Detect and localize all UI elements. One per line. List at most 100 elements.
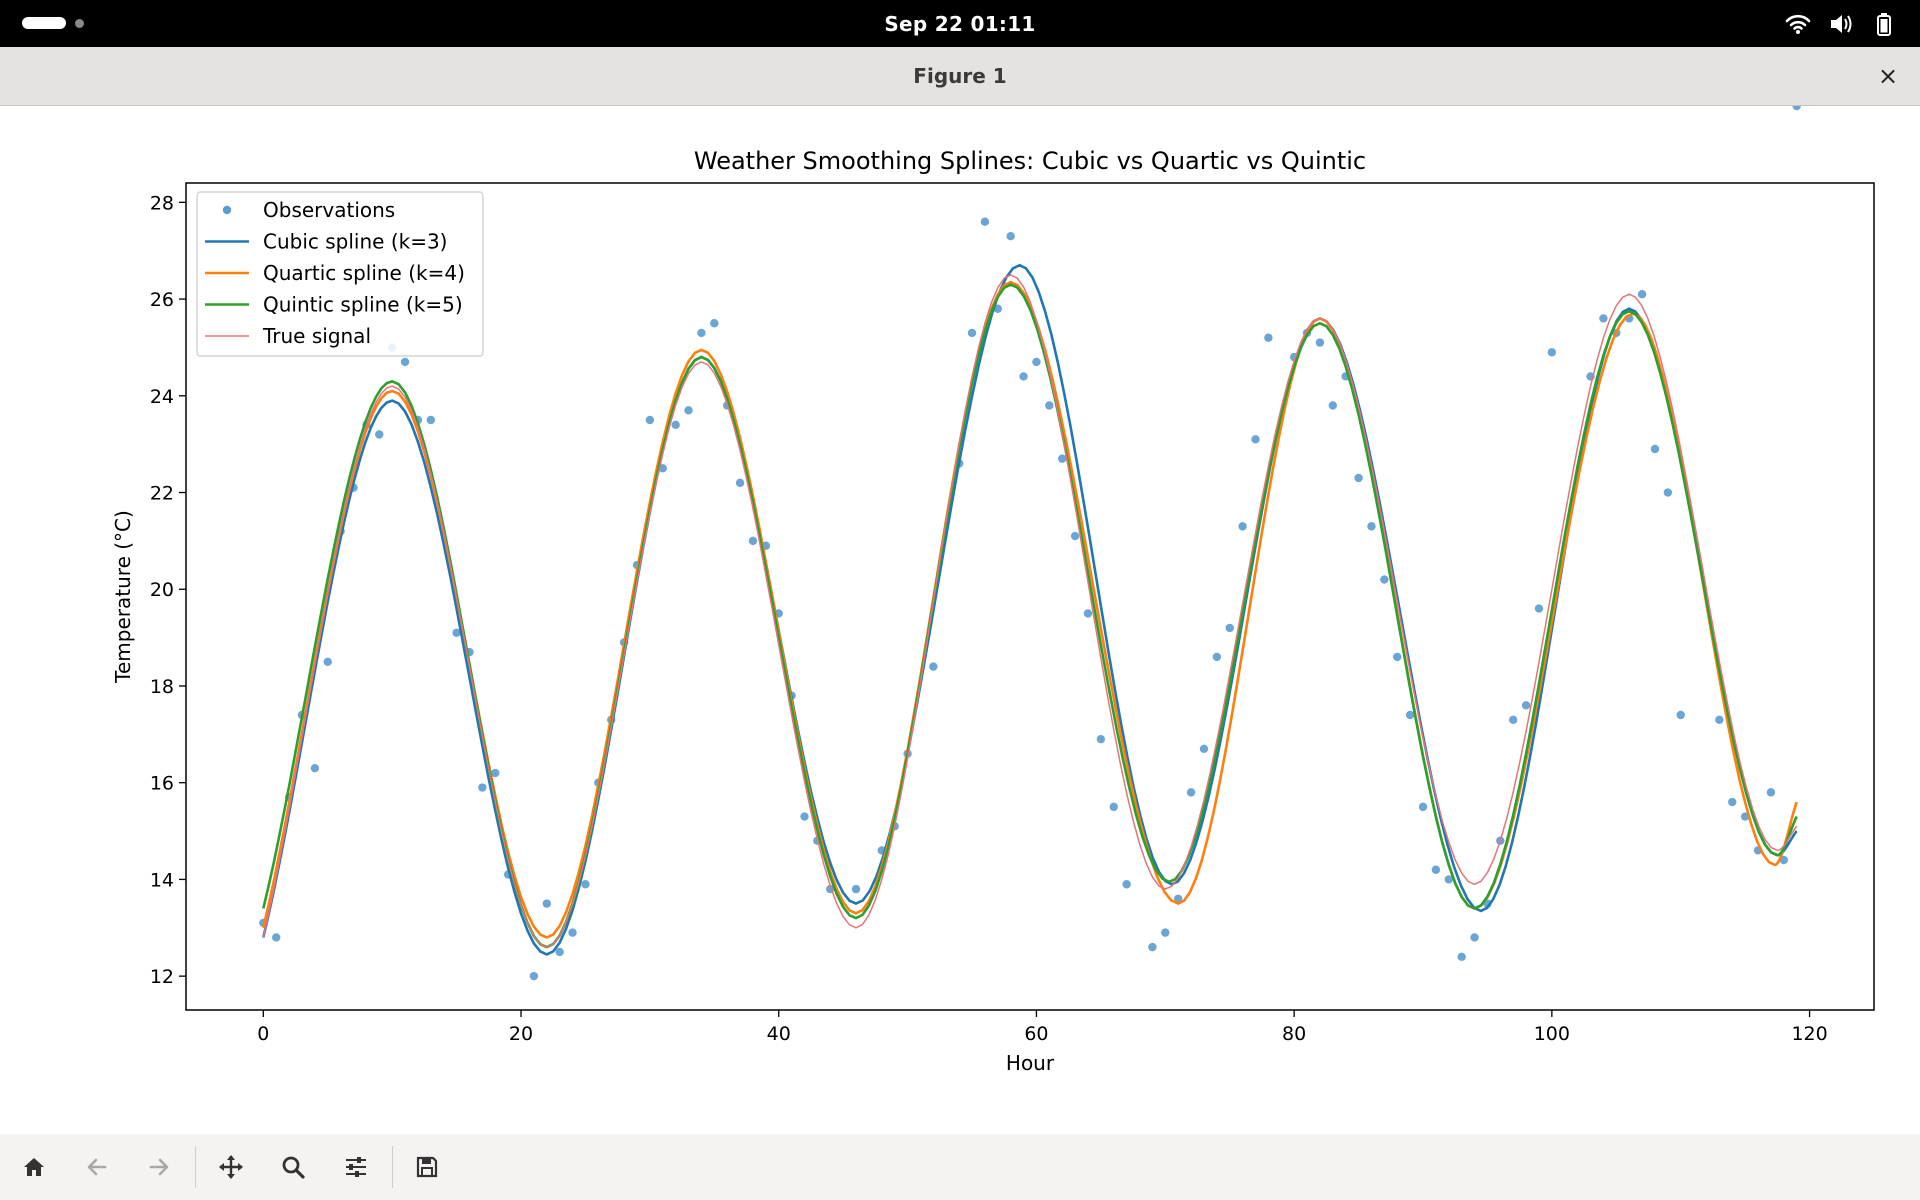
x-axis-label: Hour bbox=[1006, 1051, 1055, 1075]
observation-point bbox=[1676, 710, 1685, 720]
configure-subplots-button[interactable] bbox=[336, 1147, 376, 1187]
toolbar-separator bbox=[195, 1146, 196, 1188]
observation-point bbox=[1264, 333, 1273, 342]
save-icon bbox=[416, 1156, 438, 1178]
observation-point bbox=[1663, 488, 1673, 497]
observation-point bbox=[1470, 933, 1479, 942]
quartic-spline-line bbox=[262, 280, 1798, 939]
y-tick-label: 20 bbox=[150, 579, 174, 601]
x-tick-label: 80 bbox=[1282, 1023, 1306, 1045]
observation-point bbox=[1521, 701, 1531, 710]
legend-entry: Observations bbox=[263, 198, 395, 222]
observation-point bbox=[710, 319, 719, 328]
y-tick-label: 14 bbox=[150, 869, 174, 891]
toolbar-separator bbox=[392, 1146, 393, 1188]
save-button[interactable] bbox=[407, 1147, 447, 1187]
y-tick-label: 28 bbox=[150, 192, 174, 214]
observation-point bbox=[478, 783, 487, 792]
y-tick-label: 18 bbox=[150, 676, 174, 698]
observation-point bbox=[529, 971, 539, 981]
navigation-toolbar bbox=[0, 1134, 1920, 1200]
pan-button[interactable] bbox=[211, 1147, 251, 1187]
observation-point bbox=[1509, 715, 1518, 725]
observation-point bbox=[1534, 604, 1544, 613]
observation-point bbox=[1354, 473, 1363, 483]
observation-point bbox=[1032, 357, 1041, 367]
observation-point bbox=[1367, 522, 1376, 531]
zoom-button[interactable] bbox=[273, 1147, 313, 1187]
pan-icon bbox=[219, 1155, 243, 1179]
legend-entry: Quintic spline (k=5) bbox=[263, 293, 463, 317]
wifi-icon[interactable] bbox=[1784, 10, 1812, 38]
observation-point bbox=[1186, 788, 1196, 797]
x-tick-label: 60 bbox=[1024, 1023, 1048, 1045]
zoom-icon bbox=[282, 1156, 305, 1179]
clock[interactable]: Sep 22 01:11 bbox=[0, 12, 1920, 36]
x-tick-label: 0 bbox=[257, 1023, 269, 1045]
x-tick-label: 120 bbox=[1791, 1023, 1827, 1045]
observation-point bbox=[1083, 609, 1093, 618]
observation-point bbox=[1637, 290, 1647, 299]
chart-title: Weather Smoothing Splines: Cubic vs Quar… bbox=[694, 147, 1366, 175]
observation-point bbox=[1315, 338, 1325, 347]
observation-point bbox=[1161, 928, 1170, 937]
window-title: Figure 1 bbox=[913, 64, 1007, 88]
observation-point bbox=[1199, 744, 1209, 754]
observation-point bbox=[375, 430, 384, 439]
observation-point bbox=[1238, 522, 1247, 531]
battery-icon[interactable] bbox=[1870, 10, 1898, 38]
observation-point bbox=[1225, 623, 1234, 633]
observation-point bbox=[735, 478, 745, 488]
figure-canvas[interactable]: Weather Smoothing Splines: Cubic vs Quar… bbox=[0, 101, 1920, 1134]
legend-entry: Quartic spline (k=4) bbox=[263, 261, 465, 285]
configure-subplots-icon bbox=[346, 1157, 366, 1177]
observation-point bbox=[1393, 652, 1402, 662]
observation-point bbox=[697, 328, 706, 338]
forward-arrow-icon bbox=[149, 1158, 169, 1176]
observation-point bbox=[748, 536, 758, 546]
observation-point bbox=[310, 763, 320, 773]
observation-point bbox=[1058, 454, 1067, 463]
observation-point bbox=[851, 884, 861, 894]
legend-marker-observations bbox=[222, 205, 232, 215]
y-axis-label: Temperature (°C) bbox=[111, 510, 135, 684]
observation-point bbox=[568, 928, 577, 937]
back-button[interactable] bbox=[77, 1147, 117, 1187]
y-tick-label: 22 bbox=[150, 483, 174, 505]
observation-point bbox=[645, 415, 655, 425]
observation-point bbox=[800, 812, 809, 821]
observation-point bbox=[1547, 348, 1557, 357]
true-signal-line bbox=[262, 274, 1798, 948]
observation-point bbox=[1096, 734, 1106, 744]
x-tick-label: 40 bbox=[767, 1023, 791, 1045]
observation-point bbox=[426, 415, 436, 425]
observation-point bbox=[1148, 942, 1157, 952]
y-tick-label: 12 bbox=[150, 966, 174, 988]
window-title-bar: Figure 1 × bbox=[0, 47, 1920, 106]
observation-point bbox=[1019, 372, 1028, 381]
observation-point bbox=[271, 933, 281, 942]
observation-point bbox=[1328, 401, 1338, 410]
system-top-bar: Sep 22 01:11 bbox=[0, 0, 1920, 47]
observation-point bbox=[1405, 710, 1415, 720]
legend-entry: Cubic spline (k=3) bbox=[263, 230, 447, 254]
observation-point bbox=[929, 662, 938, 671]
observation-point bbox=[1251, 435, 1260, 444]
observation-point bbox=[671, 420, 680, 430]
home-button[interactable] bbox=[14, 1147, 54, 1187]
volume-icon[interactable] bbox=[1827, 10, 1855, 38]
quintic-spline-line bbox=[262, 283, 1798, 949]
observation-point bbox=[967, 328, 977, 338]
chart[interactable]: Weather Smoothing Splines: Cubic vs Quar… bbox=[0, 101, 1920, 1134]
observation-point bbox=[1006, 231, 1015, 241]
forward-button[interactable] bbox=[139, 1147, 179, 1187]
legend-entry: True signal bbox=[262, 324, 371, 348]
observation-point bbox=[1599, 314, 1608, 323]
observation-point bbox=[1715, 715, 1724, 725]
close-button[interactable]: × bbox=[1870, 58, 1906, 94]
observation-point bbox=[400, 357, 410, 367]
home-icon bbox=[24, 1158, 44, 1176]
y-tick-label: 24 bbox=[150, 386, 174, 408]
observation-point bbox=[1418, 802, 1428, 812]
observation-point bbox=[1792, 101, 1801, 111]
